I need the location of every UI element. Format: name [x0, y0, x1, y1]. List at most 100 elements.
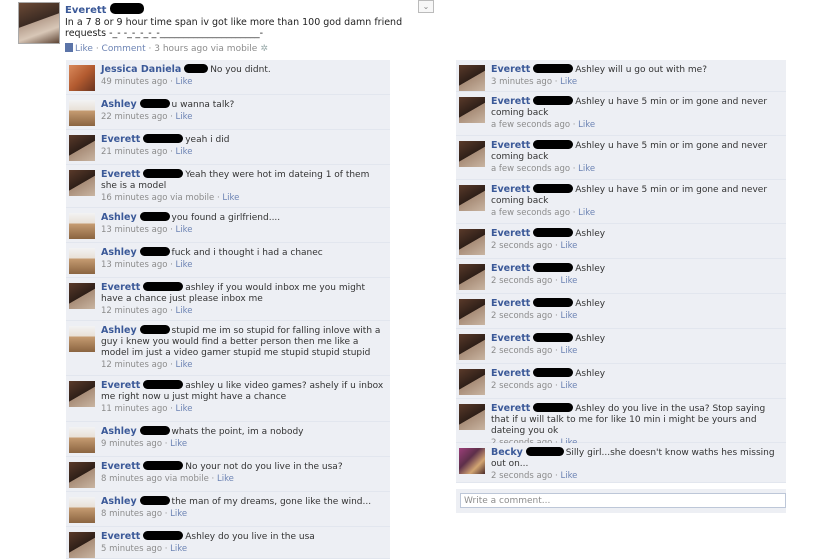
comment-like-link[interactable]: Like	[578, 208, 595, 218]
comment-like-link[interactable]: Like	[170, 544, 187, 554]
redaction-mark	[533, 403, 574, 412]
commenter-avatar[interactable]	[69, 65, 95, 91]
commenter-name[interactable]: Everett	[101, 461, 140, 472]
commenter-avatar[interactable]	[69, 381, 95, 407]
comment-item: Everett Ashley do you live in the usa 5 m…	[66, 527, 390, 559]
commenter-avatar[interactable]	[69, 170, 95, 196]
comment-like-link[interactable]: Like	[176, 306, 193, 316]
commenter-name[interactable]: Everett	[101, 380, 140, 391]
comment-like-link[interactable]: Like	[560, 381, 577, 391]
commenter-avatar[interactable]	[459, 65, 485, 91]
commenter-name[interactable]: Ashley	[101, 496, 137, 507]
commenter-name[interactable]: Everett	[491, 140, 530, 151]
commenter-name[interactable]: Everett	[491, 96, 530, 107]
comment-text: Ashley	[575, 369, 606, 379]
commenter-name[interactable]: Everett	[491, 64, 530, 75]
commenter-avatar[interactable]	[459, 264, 485, 290]
commenter-avatar[interactable]	[69, 135, 95, 161]
commenter-avatar[interactable]	[459, 185, 485, 211]
comment-like-link[interactable]: Like	[560, 276, 577, 286]
comment-item: Ashley the man of my dreams, gone like t…	[66, 492, 390, 527]
commenter-avatar[interactable]	[459, 334, 485, 360]
commenter-name[interactable]: Ashley	[101, 426, 137, 437]
comment-body: Ashley you found a girlfriend.... 13 minu…	[101, 212, 384, 236]
comment-item: Everett yeah i did 21 minutes ago · Like	[66, 130, 390, 165]
comment-text: Ashley	[575, 264, 606, 274]
commenter-avatar[interactable]	[69, 462, 95, 488]
gear-icon[interactable]: ✲	[260, 44, 268, 54]
comment-like-link[interactable]: Like	[560, 241, 577, 251]
commenter-name[interactable]: Ashley	[101, 325, 137, 336]
comment-like-link[interactable]: Like	[176, 147, 193, 157]
comment-like-link[interactable]: Like	[176, 225, 193, 235]
commenter-avatar[interactable]	[459, 404, 485, 430]
comment-like-link[interactable]: Like	[560, 346, 577, 356]
commenter-name[interactable]: Everett	[491, 184, 530, 195]
redaction-mark	[533, 96, 574, 105]
commenter-name[interactable]: Everett	[101, 134, 140, 145]
comment-text: Ashley do you live in the usa	[185, 532, 315, 542]
commenter-avatar[interactable]	[459, 97, 485, 123]
commenter-name[interactable]: Everett	[101, 169, 140, 180]
comment-time: 13 minutes ago	[101, 260, 168, 270]
comment-like-link[interactable]: Like	[176, 404, 193, 414]
post-author[interactable]: Everett	[65, 3, 146, 16]
commenter-avatar[interactable]	[69, 100, 95, 126]
commenter-avatar[interactable]	[459, 299, 485, 325]
commenter-name[interactable]: Everett	[491, 403, 530, 414]
comment-meta: 49 minutes ago · Like	[101, 77, 193, 87]
comment-item: Everett ashley if you would inbox me you…	[66, 278, 390, 321]
comment-time: 9 minutes ago	[101, 439, 163, 449]
comment-meta: 8 minutes ago via mobile · Like	[101, 474, 234, 484]
comment-meta: 2 seconds ago · Like	[491, 346, 578, 356]
commenter-avatar[interactable]	[69, 326, 95, 352]
comment-like-link[interactable]: Like	[170, 439, 187, 449]
commenter-avatar[interactable]	[69, 497, 95, 523]
commenter-name[interactable]: Everett	[491, 298, 530, 309]
commenter-name[interactable]: Everett	[491, 368, 530, 379]
comment-like-link[interactable]: Like	[578, 120, 595, 130]
like-link[interactable]: Like	[75, 44, 93, 54]
comment-like-link[interactable]: Like	[176, 112, 193, 122]
redaction-mark	[143, 380, 184, 389]
commenter-name[interactable]: Ashley	[101, 212, 137, 223]
comment-like-link[interactable]: Like	[578, 164, 595, 174]
commenter-name[interactable]: Everett	[491, 228, 530, 239]
commenter-avatar[interactable]	[69, 532, 95, 558]
commenter-avatar[interactable]	[69, 213, 95, 239]
comment-body: Everett ashley u like video games? ashel…	[101, 380, 384, 415]
commenter-name[interactable]: Becky	[491, 447, 523, 458]
comment-like-link[interactable]: Like	[176, 260, 193, 270]
comment-like-link[interactable]: Like	[176, 77, 193, 87]
comment-meta: 2 seconds ago · Like	[491, 381, 578, 391]
commenter-avatar[interactable]	[459, 369, 485, 395]
commenter-name[interactable]: Ashley	[101, 99, 137, 110]
commenter-name[interactable]: Everett	[491, 263, 530, 274]
comment-time: 2 seconds ago	[491, 346, 553, 356]
commenter-avatar[interactable]	[459, 229, 485, 255]
comment-item: Ashley you found a girlfriend.... 13 minu…	[66, 208, 390, 243]
commenter-name[interactable]: Everett	[491, 333, 530, 344]
author-avatar[interactable]	[18, 2, 60, 44]
commenter-name[interactable]: Jessica Daniela	[101, 64, 181, 75]
commenter-avatar[interactable]	[459, 141, 485, 167]
comment-like-link[interactable]: Like	[560, 311, 577, 321]
commenter-avatar[interactable]	[69, 283, 95, 309]
commenter-avatar[interactable]	[69, 248, 95, 274]
comment-like-link[interactable]: Like	[222, 193, 239, 203]
comment-like-link[interactable]: Like	[217, 474, 234, 484]
redaction-mark	[139, 212, 170, 221]
comment-like-link[interactable]: Like	[176, 360, 193, 370]
commenter-avatar[interactable]	[459, 448, 485, 474]
commenter-name[interactable]: Everett	[101, 531, 140, 542]
commenter-avatar[interactable]	[69, 427, 95, 453]
comment-input[interactable]: Write a comment...	[460, 493, 786, 508]
commenter-name[interactable]: Ashley	[101, 247, 137, 258]
comment-like-link[interactable]: Like	[560, 77, 577, 87]
comment-time: 13 minutes ago	[101, 225, 168, 235]
comment-like-link[interactable]: Like	[560, 471, 577, 481]
commenter-name[interactable]: Everett	[101, 282, 140, 293]
comment-like-link[interactable]: Like	[170, 509, 187, 519]
chevron-down-icon[interactable]: ⌄	[418, 0, 434, 13]
comment-link[interactable]: Comment	[102, 44, 146, 54]
